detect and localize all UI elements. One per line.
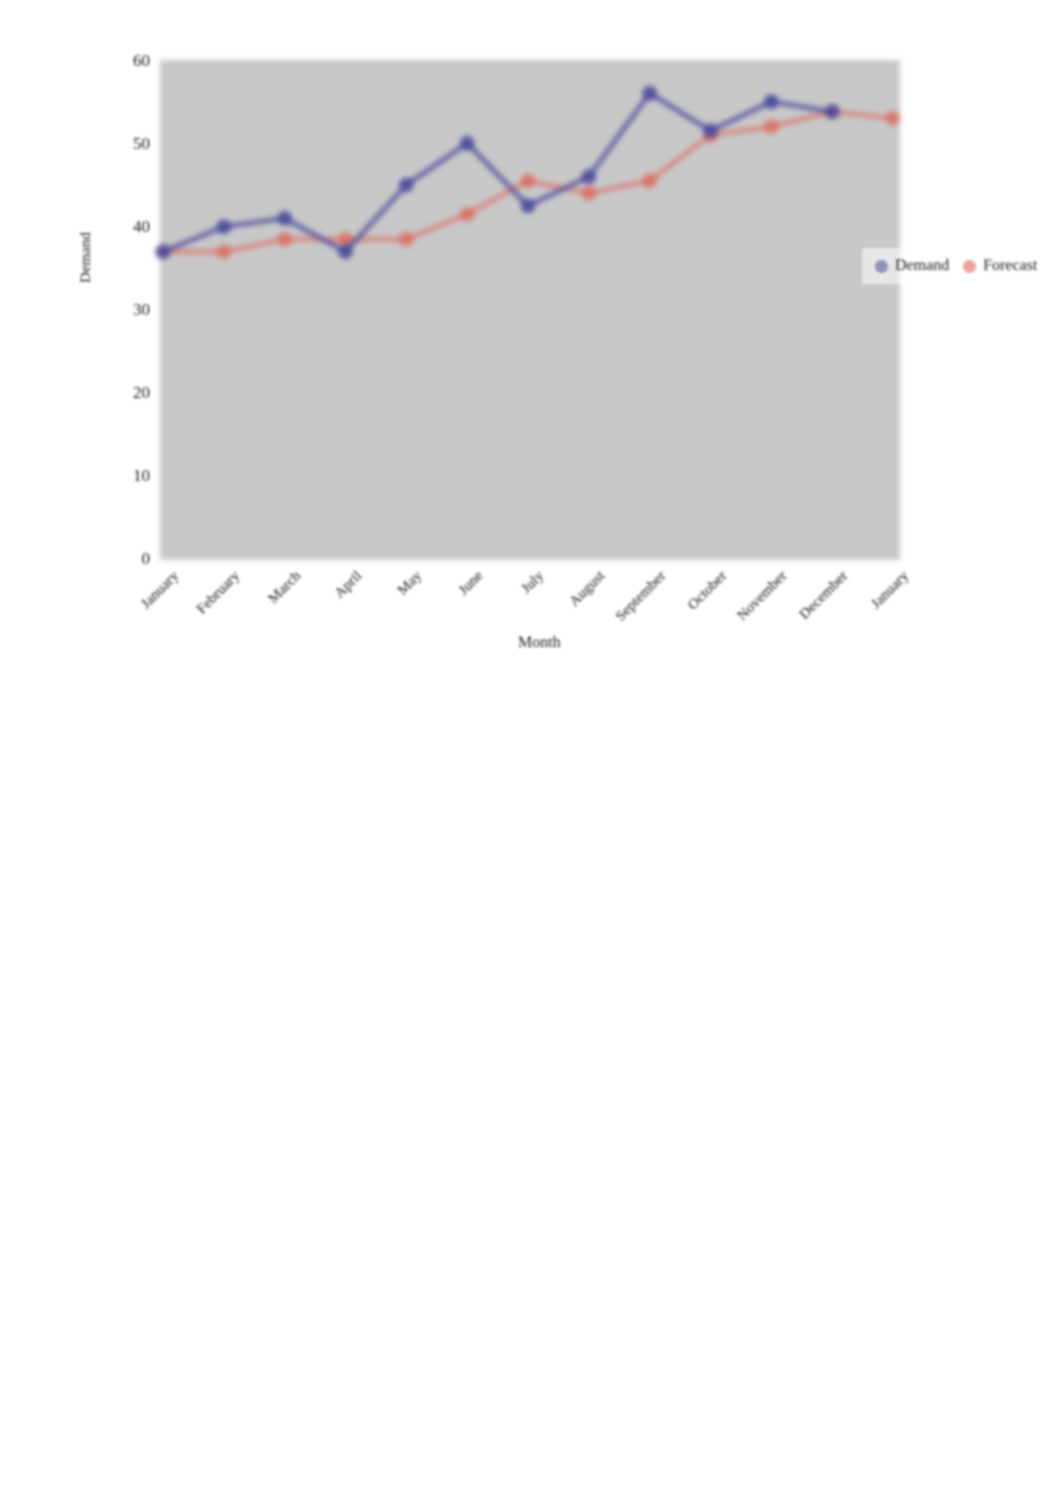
legend-marker-demand-icon <box>875 259 888 273</box>
x-tick-november-10: November <box>734 568 791 625</box>
demand-forecast-chart: 60 50 40 30 20 10 0 Demand January Februa… <box>0 0 1062 700</box>
y-tick-60: 60 <box>133 51 150 70</box>
x-tick-february-1: February <box>193 568 244 618</box>
data-point-demand[interactable] <box>703 123 718 139</box>
x-axis-title: Month <box>518 634 561 651</box>
chart-legend: Demand Forecast <box>862 248 1051 284</box>
x-tick-january-0: January <box>138 568 183 613</box>
plot-canvas <box>155 85 901 260</box>
data-point-forecast[interactable] <box>763 119 779 135</box>
data-point-demand[interactable] <box>581 169 597 185</box>
data-point-demand[interactable] <box>763 94 779 110</box>
x-tick-january-12: January <box>868 568 913 613</box>
data-point-demand[interactable] <box>338 244 353 260</box>
data-point-demand[interactable] <box>520 198 536 214</box>
y-tick-10: 10 <box>133 466 150 485</box>
data-point-forecast[interactable] <box>398 231 414 247</box>
x-tick-august-7: August <box>566 568 609 610</box>
legend-label-demand: Demand <box>895 257 950 274</box>
x-tick-october-9: October <box>684 568 730 614</box>
series-path-demand <box>160 90 835 255</box>
data-point-demand[interactable] <box>155 244 171 260</box>
y-axis-title: Demand <box>78 232 94 283</box>
plot-area <box>155 60 901 560</box>
legend-entry-demand[interactable]: Demand <box>868 257 956 275</box>
x-tick-march-2: March <box>264 568 304 608</box>
data-point-forecast[interactable] <box>885 110 901 126</box>
data-point-demand[interactable] <box>824 104 840 120</box>
y-tick-50: 50 <box>133 134 150 153</box>
y-tick-30: 30 <box>133 300 150 319</box>
x-tick-december-11: December <box>796 568 852 623</box>
y-tick-20: 20 <box>133 383 150 402</box>
legend-entry-forecast[interactable]: Forecast <box>956 257 1044 275</box>
legend-label-forecast: Forecast <box>983 257 1038 274</box>
data-point-forecast[interactable] <box>520 173 536 189</box>
data-point-forecast[interactable] <box>642 173 658 189</box>
data-point-demand[interactable] <box>398 177 414 193</box>
x-tick-april-3: April <box>331 568 365 602</box>
x-tick-june-5: June <box>455 568 487 599</box>
data-point-demand[interactable] <box>216 219 232 235</box>
data-point-demand[interactable] <box>459 135 475 151</box>
x-tick-may-4: May <box>394 568 426 599</box>
x-tick-september-8: September <box>612 568 669 625</box>
data-point-forecast[interactable] <box>459 206 475 222</box>
data-point-demand[interactable] <box>642 85 658 101</box>
x-tick-july-6: July <box>518 568 548 598</box>
series-line-forecast <box>155 104 901 260</box>
legend-marker-forecast-icon <box>963 259 977 273</box>
data-point-forecast[interactable] <box>216 244 232 260</box>
y-tick-40: 40 <box>133 217 150 236</box>
data-point-demand[interactable] <box>277 210 293 226</box>
data-point-forecast[interactable] <box>581 185 597 201</box>
data-point-forecast[interactable] <box>277 231 293 247</box>
series-line-demand <box>155 85 840 260</box>
